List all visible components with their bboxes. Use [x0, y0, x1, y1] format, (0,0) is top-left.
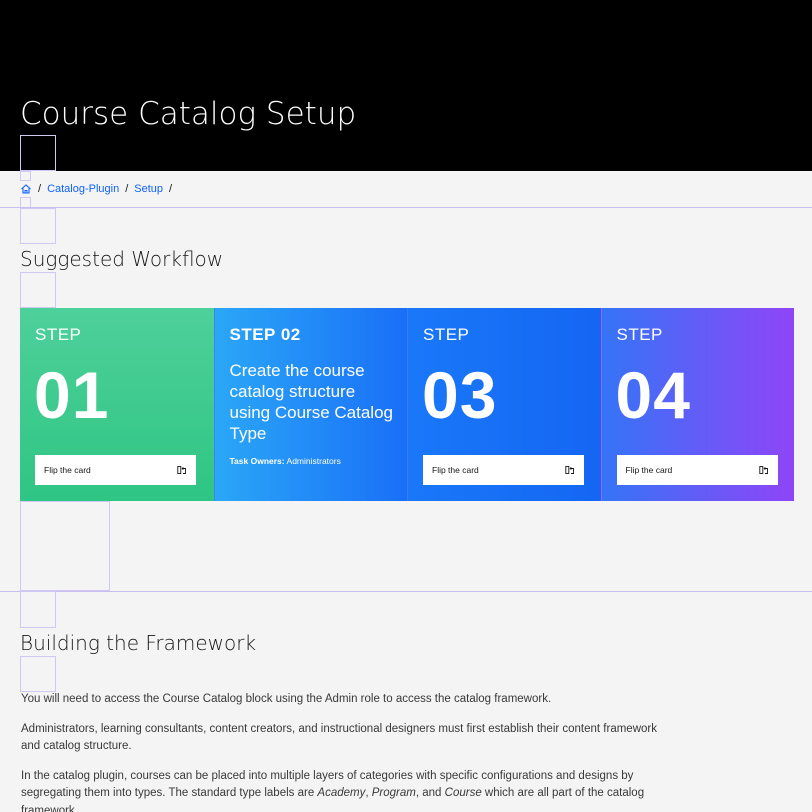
- breadcrumb-separator: /: [38, 183, 42, 195]
- grid-guide-line: [0, 591, 812, 592]
- paragraph-text: , and: [415, 787, 445, 799]
- task-owners: Task Owners: Administrators: [230, 456, 341, 466]
- step-number: 04: [615, 358, 691, 432]
- breadcrumb: / Catalog-Plugin / Setup /: [20, 181, 172, 197]
- home-icon[interactable]: [20, 183, 32, 195]
- framework-paragraph: You will need to access the Course Catal…: [21, 693, 552, 705]
- workflow-card-step-03: STEP 03 Flip the card: [407, 308, 601, 501]
- flip-card-button[interactable]: Flip the card: [616, 455, 778, 485]
- flip-card-label: Flip the card: [432, 465, 479, 475]
- framework-paragraph: Administrators, learning consultants, co…: [21, 722, 657, 753]
- grid-guide: [20, 501, 110, 591]
- type-label-academy: Academy: [317, 787, 366, 799]
- workflow-title: Suggested Workflow: [20, 247, 224, 271]
- page: Course Catalog Setup / Catalog-Plugin / …: [0, 0, 812, 812]
- flip-icon: [758, 466, 768, 474]
- flip-card-button[interactable]: Flip the card: [423, 455, 584, 485]
- flip-card-label: Flip the card: [625, 465, 673, 475]
- workflow-cards: STEP 01 Flip the card STEP 02 Create the…: [20, 308, 794, 501]
- framework-paragraph: In the catalog plugin, courses can be pl…: [21, 768, 661, 812]
- step-label: STEP: [35, 325, 82, 344]
- grid-guide-line: [0, 207, 812, 208]
- flip-card-label: Flip the card: [44, 465, 91, 475]
- breadcrumb-link-setup[interactable]: Setup: [134, 183, 163, 195]
- type-label-program: Program: [371, 787, 416, 799]
- step-description: Create the course catalog structure usin…: [229, 361, 393, 443]
- type-label-course: Course: [444, 787, 482, 799]
- breadcrumb-separator: /: [169, 183, 173, 195]
- page-header: Course Catalog Setup: [0, 0, 812, 171]
- step-number: 01: [34, 358, 110, 432]
- grid-guide: [20, 656, 56, 692]
- flip-icon: [177, 466, 186, 474]
- breadcrumb-link-catalog-plugin[interactable]: Catalog-Plugin: [47, 183, 119, 195]
- step-number: 03: [422, 358, 498, 432]
- breadcrumb-separator: /: [125, 183, 129, 195]
- task-owners-label: Task Owners:: [229, 456, 285, 466]
- step-label: STEP: [616, 325, 663, 344]
- workflow-card-step-01: STEP 01 Flip the card: [20, 308, 214, 501]
- step-label: STEP 02: [229, 325, 301, 344]
- framework-title: Building the Framework: [20, 631, 257, 655]
- page-title: Course Catalog Setup: [20, 96, 357, 132]
- workflow-card-step-02: STEP 02 Create the course catalog struct…: [213, 308, 407, 501]
- grid-guide: [20, 591, 56, 628]
- grid-guide: [20, 171, 31, 181]
- task-owners-value: Administrators: [286, 456, 341, 466]
- flip-icon: [565, 466, 574, 474]
- grid-guide: [20, 208, 56, 244]
- flip-card-button[interactable]: Flip the card: [35, 455, 196, 485]
- step-label: STEP: [423, 325, 470, 344]
- workflow-card-step-04: STEP 04 Flip the card: [600, 308, 794, 501]
- grid-guide: [20, 272, 56, 308]
- framework-body: You will need to access the Course Catal…: [21, 691, 661, 812]
